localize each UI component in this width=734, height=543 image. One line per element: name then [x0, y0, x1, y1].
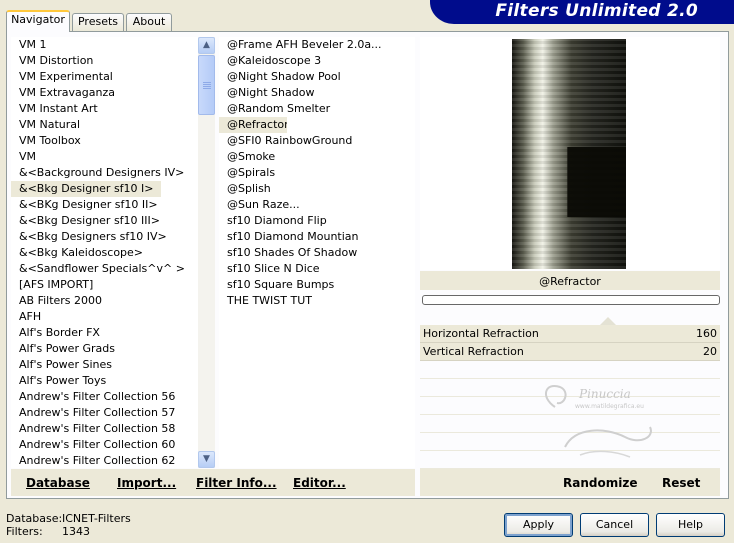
category-item[interactable]: Andrew's Filter Collection 58	[11, 421, 195, 437]
category-item[interactable]: &<Background Designers IV>	[11, 165, 195, 181]
editor-button[interactable]: Editor...	[293, 469, 346, 496]
parameter-grid: Horizontal Refraction 160 Vertical Refra…	[420, 317, 720, 469]
category-item[interactable]: Alf's Border FX	[11, 325, 195, 341]
param-row-empty	[420, 379, 720, 397]
category-list[interactable]: VM 1 VM Distortion VM Experimental VM Extra…	[11, 37, 215, 468]
category-item[interactable]: VM Extravaganza	[11, 85, 195, 101]
param-row-empty	[420, 415, 720, 433]
randomize-button[interactable]: Randomize	[563, 469, 637, 496]
database-value: ICNET-Filters	[62, 512, 131, 525]
filter-item[interactable]: sf10 Diamond Mountian	[219, 229, 415, 245]
param-value[interactable]: 20	[703, 343, 717, 361]
filter-item[interactable]: @Refractor	[219, 117, 287, 133]
filters-count-value: 1343	[62, 525, 90, 538]
filter-item[interactable]: @Sun Raze...	[219, 197, 415, 213]
category-item[interactable]: Alf's Power Sines	[11, 357, 195, 373]
category-item[interactable]: VM Distortion	[11, 53, 195, 69]
apply-button[interactable]: Apply	[504, 513, 573, 537]
filter-item[interactable]: @Splish	[219, 181, 415, 197]
category-item[interactable]: Alf's Power Toys	[11, 373, 195, 389]
param-value[interactable]: 160	[696, 325, 717, 343]
category-item[interactable]: VM Toolbox	[11, 133, 195, 149]
category-item[interactable]: VM Natural	[11, 117, 195, 133]
filter-item[interactable]: @Night Shadow	[219, 85, 415, 101]
category-scrollbar[interactable]: ▲ ▼	[198, 37, 215, 468]
tab-navigator[interactable]: Navigator	[6, 10, 70, 32]
progress-bar	[422, 295, 720, 305]
category-item[interactable]: Andrew's Filter Collection 56	[11, 389, 195, 405]
filter-item[interactable]: @Kaleidoscope 3	[219, 53, 415, 69]
param-row-empty	[420, 397, 720, 415]
filter-item[interactable]: @Spirals	[219, 165, 415, 181]
preview-image	[512, 39, 626, 269]
category-item[interactable]: Andrew's Filter Collection 60	[11, 437, 195, 453]
category-item[interactable]: Andrew's Filter Collection 57	[11, 405, 195, 421]
cancel-button[interactable]: Cancel	[580, 513, 649, 537]
filter-item[interactable]: sf10 Square Bumps	[219, 277, 415, 293]
param-label: Horizontal Refraction	[423, 327, 539, 340]
chevron-up-icon: ▲	[203, 40, 210, 50]
param-row-empty	[420, 361, 720, 379]
reset-button[interactable]: Reset	[662, 469, 700, 496]
scroll-up-button[interactable]: ▲	[198, 37, 215, 54]
selected-filter-name: @Refractor	[420, 271, 720, 290]
filter-item[interactable]: @Night Shadow Pool	[219, 69, 415, 85]
category-item[interactable]: Alf's Power Grads	[11, 341, 195, 357]
category-items: VM 1 VM Distortion VM Experimental VM Extra…	[11, 37, 195, 469]
category-item[interactable]: &<BKg Designer sf10 II>	[11, 197, 195, 213]
help-button[interactable]: Help	[656, 513, 725, 537]
category-item[interactable]: VM Experimental	[11, 69, 195, 85]
param-row-empty	[420, 433, 720, 451]
category-item[interactable]: VM Instant Art	[11, 101, 195, 117]
parameter-toolbar: Randomize Reset	[420, 469, 720, 496]
database-label: Database:	[6, 512, 63, 525]
scroll-thumb[interactable]	[198, 55, 215, 115]
database-button[interactable]: Database	[26, 469, 90, 496]
import-button[interactable]: Import...	[117, 469, 176, 496]
filter-item[interactable]: sf10 Shades Of Shadow	[219, 245, 415, 261]
filter-info-button[interactable]: Filter Info...	[196, 469, 277, 496]
category-item[interactable]: VM 1	[11, 37, 195, 53]
preview-area	[420, 37, 720, 270]
category-item[interactable]: [AFS IMPORT]	[11, 277, 195, 293]
parameter-caret	[600, 317, 616, 325]
category-item[interactable]: &<Bkg Designer sf10 I>	[11, 181, 161, 197]
param-row-empty	[420, 451, 720, 469]
filter-item[interactable]: sf10 Diamond Flip	[219, 213, 415, 229]
category-item[interactable]: &<Bkg Designer sf10 III>	[11, 213, 195, 229]
filter-item[interactable]: @Random Smelter	[219, 101, 415, 117]
chevron-down-icon: ▼	[203, 454, 210, 464]
category-item[interactable]: &<Bkg Designers sf10 IV>	[11, 229, 195, 245]
window-title: Filters Unlimited 2.0	[495, 1, 698, 21]
filter-items: @Frame AFH Beveler 2.0a... @Kaleidoscope …	[219, 37, 415, 309]
category-item[interactable]: AFH	[11, 309, 195, 325]
navigator-panel: VM 1 VM Distortion VM Experimental VM Extra…	[6, 31, 729, 499]
status-area: Database:ICNET-Filters Filters: 1343	[6, 512, 131, 538]
param-row-vertical-refraction[interactable]: Vertical Refraction 20	[420, 343, 720, 361]
param-row-horizontal-refraction[interactable]: Horizontal Refraction 160	[420, 325, 720, 343]
title-banner: Filters Unlimited 2.0	[430, 0, 734, 24]
filter-item[interactable]: @SFI0 RainbowGround	[219, 133, 415, 149]
category-item[interactable]: AB Filters 2000	[11, 293, 195, 309]
category-item[interactable]: &<Sandflower Specials^v^ >	[11, 261, 195, 277]
filter-item[interactable]: THE TWIST TUT	[219, 293, 415, 309]
tab-presets[interactable]: Presets	[72, 13, 124, 31]
param-label: Vertical Refraction	[423, 345, 524, 358]
filters-count-label: Filters:	[6, 525, 43, 538]
category-item[interactable]: &<Bkg Kaleidoscope>	[11, 245, 195, 261]
tab-about[interactable]: About	[126, 13, 172, 31]
filter-item[interactable]: @Frame AFH Beveler 2.0a...	[219, 37, 415, 53]
navigator-toolbar: Database Import... Filter Info... Editor…	[11, 469, 415, 496]
filter-list[interactable]: @Frame AFH Beveler 2.0a... @Kaleidoscope …	[219, 37, 415, 468]
category-item[interactable]: VM	[11, 149, 195, 165]
filter-item[interactable]: sf10 Slice N Dice	[219, 261, 415, 277]
category-item[interactable]: Andrew's Filter Collection 62	[11, 453, 195, 469]
scroll-down-button[interactable]: ▼	[198, 451, 215, 468]
filter-item[interactable]: @Smoke	[219, 149, 415, 165]
